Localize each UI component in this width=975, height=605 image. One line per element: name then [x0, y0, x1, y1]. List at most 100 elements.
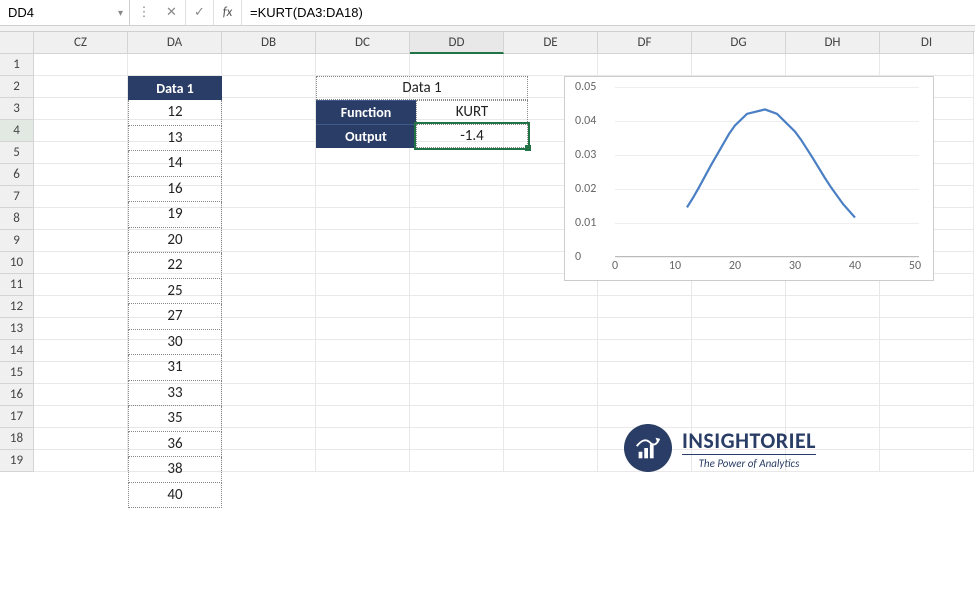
data1-cell[interactable]: 38 — [128, 457, 222, 483]
data1-cell[interactable]: 33 — [128, 381, 222, 407]
chart[interactable]: 00.010.020.030.040.0501020304050 — [564, 76, 934, 281]
cell[interactable] — [316, 406, 410, 428]
name-box[interactable]: ▾ — [0, 0, 130, 25]
column-header-DI[interactable]: DI — [880, 32, 974, 54]
cell[interactable] — [222, 274, 316, 296]
cell[interactable] — [222, 208, 316, 230]
cell[interactable] — [598, 362, 692, 384]
cell[interactable] — [410, 428, 504, 450]
cell[interactable] — [410, 164, 504, 186]
cell[interactable] — [316, 208, 410, 230]
data1-cell[interactable]: 19 — [128, 202, 222, 228]
cell[interactable] — [222, 142, 316, 164]
cell[interactable] — [880, 450, 974, 472]
cell[interactable] — [222, 340, 316, 362]
row-header-7[interactable]: 7 — [0, 186, 34, 208]
cell[interactable] — [786, 54, 880, 76]
row-header-5[interactable]: 5 — [0, 142, 34, 164]
cell[interactable] — [34, 406, 128, 428]
cell[interactable] — [880, 384, 974, 406]
row-header-10[interactable]: 10 — [0, 252, 34, 274]
column-header-DB[interactable]: DB — [222, 32, 316, 54]
cancel-icon[interactable]: ✕ — [158, 0, 186, 25]
cell[interactable] — [34, 54, 128, 76]
cell[interactable] — [128, 54, 222, 76]
cell[interactable] — [34, 362, 128, 384]
cell[interactable] — [222, 362, 316, 384]
ftable-output-value[interactable]: -1.4 — [416, 124, 528, 148]
cell[interactable] — [222, 54, 316, 76]
data1-cell[interactable]: 20 — [128, 228, 222, 254]
cell[interactable] — [880, 406, 974, 428]
column-header-DC[interactable]: DC — [316, 32, 410, 54]
cell[interactable] — [598, 318, 692, 340]
cell[interactable] — [410, 406, 504, 428]
cell[interactable] — [316, 230, 410, 252]
cell[interactable] — [410, 340, 504, 362]
column-header-DD[interactable]: DD — [410, 32, 504, 54]
cell[interactable] — [222, 98, 316, 120]
data1-cell[interactable]: 12 — [128, 100, 222, 126]
data1-cell[interactable]: 25 — [128, 279, 222, 305]
cell[interactable] — [598, 296, 692, 318]
formula-input[interactable] — [242, 0, 975, 25]
row-header-4[interactable]: 4 — [0, 120, 34, 142]
cell[interactable] — [34, 428, 128, 450]
cell[interactable] — [222, 76, 316, 98]
cell[interactable] — [880, 318, 974, 340]
column-header-DE[interactable]: DE — [504, 32, 598, 54]
cell[interactable] — [880, 340, 974, 362]
cell[interactable] — [316, 428, 410, 450]
row-header-14[interactable]: 14 — [0, 340, 34, 362]
selection-handle[interactable] — [525, 145, 531, 151]
cell[interactable] — [880, 362, 974, 384]
column-header-DH[interactable]: DH — [786, 32, 880, 54]
row-header-13[interactable]: 13 — [0, 318, 34, 340]
row-header-15[interactable]: 15 — [0, 362, 34, 384]
cell[interactable] — [34, 186, 128, 208]
row-header-12[interactable]: 12 — [0, 296, 34, 318]
cell[interactable] — [316, 318, 410, 340]
row-header-9[interactable]: 9 — [0, 230, 34, 252]
cell[interactable] — [34, 142, 128, 164]
cell[interactable] — [786, 384, 880, 406]
row-header-8[interactable]: 8 — [0, 208, 34, 230]
cell[interactable] — [34, 318, 128, 340]
row-header-2[interactable]: 2 — [0, 76, 34, 98]
cell[interactable] — [410, 296, 504, 318]
cell[interactable] — [34, 384, 128, 406]
data1-cell[interactable]: 35 — [128, 406, 222, 432]
cell[interactable] — [316, 384, 410, 406]
cell[interactable] — [504, 384, 598, 406]
cell[interactable] — [34, 252, 128, 274]
row-header-19[interactable]: 19 — [0, 450, 34, 472]
cell[interactable] — [410, 362, 504, 384]
row-header-1[interactable]: 1 — [0, 54, 34, 76]
cell[interactable] — [222, 230, 316, 252]
cell[interactable] — [34, 76, 128, 98]
name-box-input[interactable] — [8, 5, 88, 20]
cell[interactable] — [34, 98, 128, 120]
cell[interactable] — [34, 450, 128, 472]
cell[interactable] — [34, 340, 128, 362]
cell[interactable] — [34, 296, 128, 318]
column-header-DF[interactable]: DF — [598, 32, 692, 54]
cell[interactable] — [692, 384, 786, 406]
cell[interactable] — [316, 296, 410, 318]
cell[interactable] — [692, 340, 786, 362]
cell[interactable] — [504, 340, 598, 362]
cell[interactable] — [598, 384, 692, 406]
cell[interactable] — [34, 274, 128, 296]
cell[interactable] — [410, 208, 504, 230]
cell[interactable] — [504, 450, 598, 472]
cell[interactable] — [598, 340, 692, 362]
cell[interactable] — [410, 54, 504, 76]
cell[interactable] — [410, 450, 504, 472]
cell[interactable] — [410, 384, 504, 406]
cell[interactable] — [504, 428, 598, 450]
data1-cell[interactable]: 40 — [128, 483, 222, 509]
cell[interactable] — [222, 450, 316, 472]
cell[interactable] — [410, 274, 504, 296]
more-icon[interactable]: ⋮ — [130, 0, 158, 25]
row-header-11[interactable]: 11 — [0, 274, 34, 296]
